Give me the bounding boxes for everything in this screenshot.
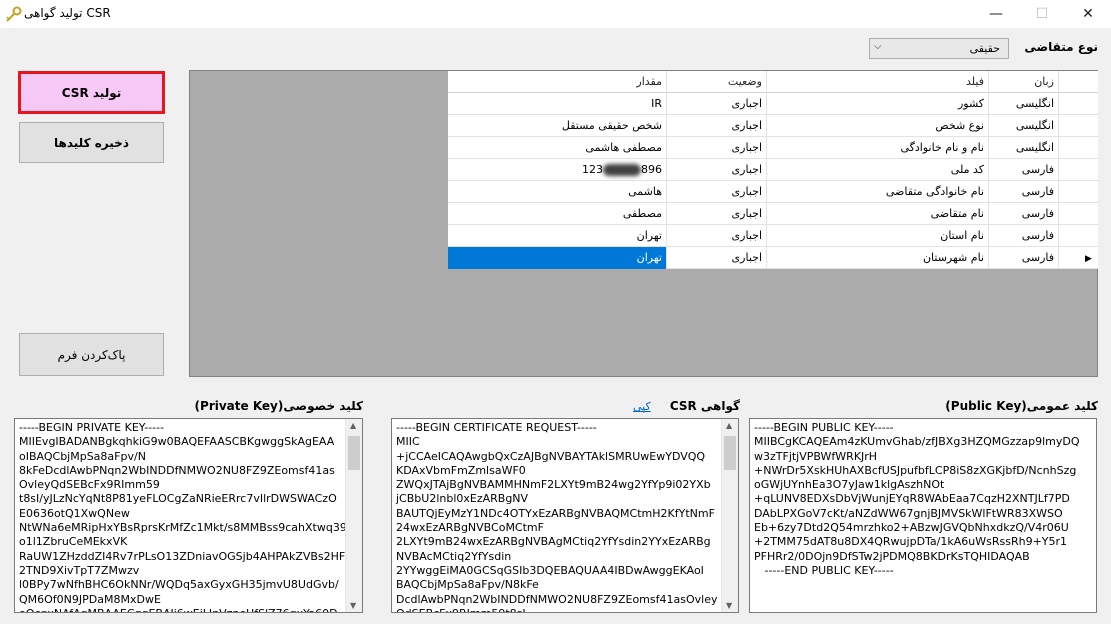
row-selector[interactable] (1058, 159, 1098, 181)
generate-csr-button[interactable]: تولید CSR (18, 71, 165, 114)
row-selector-current[interactable]: ▶ (1058, 247, 1098, 269)
csr-text: -----BEGIN CERTIFICATE REQUEST----- MIIC… (396, 421, 718, 612)
cell-lang: فارسی (988, 181, 1058, 203)
minimize-button[interactable]: — (973, 0, 1019, 28)
copy-csr-link[interactable]: کپی (633, 400, 651, 413)
public-key-label: کلید عمومی(Public Key) (945, 399, 1098, 413)
cell-value[interactable]: IR (448, 93, 666, 115)
cell-field: نام خانوادگی متقاضی (766, 181, 988, 203)
scroll-down-icon[interactable]: ▼ (350, 601, 356, 610)
cell-field: کد ملی (766, 159, 988, 181)
cell-status: اجباری (666, 225, 766, 247)
national-id-prefix: 123 (582, 163, 603, 176)
csr-label: گواهی CSR (669, 399, 740, 413)
column-header-value[interactable]: مقدار (448, 71, 666, 93)
cell-field: نوع شخص (766, 115, 988, 137)
table-row[interactable]: فارسی نام استان اجباری تهران (448, 225, 1098, 247)
cell-value-selected[interactable]: تهران (448, 247, 666, 269)
clear-form-button[interactable]: پاک‌کردن فرم (19, 333, 164, 376)
table-row[interactable]: فارسی نام متقاضی اجباری مصطفی (448, 203, 1098, 225)
private-key-text: -----BEGIN PRIVATE KEY----- MIIEvgIBADAN… (19, 421, 347, 612)
chevron-down-icon: ⌵ (874, 41, 882, 52)
scroll-thumb[interactable] (724, 436, 736, 470)
csr-scrollbar[interactable]: ▲ ▼ (721, 419, 738, 612)
cell-lang: انگلیسی (988, 137, 1058, 159)
fields-grid: زبان فیلد وضعیت مقدار انگلیسی کشور اجبار… (448, 71, 1098, 269)
redaction-mark (603, 164, 641, 176)
cell-status: اجباری (666, 159, 766, 181)
private-key-label: کلید خصوصی(Private Key) (194, 399, 363, 413)
fields-grid-area: زبان فیلد وضعیت مقدار انگلیسی کشور اجبار… (189, 70, 1098, 377)
cell-status: اجباری (666, 181, 766, 203)
applicant-type-select[interactable]: حقیقی ⌵ (869, 38, 1009, 59)
row-selector[interactable] (1058, 115, 1098, 137)
applicant-type-value: حقیقی (969, 42, 1000, 55)
scroll-down-icon[interactable]: ▼ (726, 601, 732, 610)
save-keys-button[interactable]: ذخیره کلیدها (19, 122, 164, 163)
csr-window: تولید گواهی CSR — ☐ ✕ نوع متقاضی حقیقی ⌵… (0, 0, 1111, 624)
column-header-status[interactable]: وضعیت (666, 71, 766, 93)
private-key-textbox[interactable]: -----BEGIN PRIVATE KEY----- MIIEvgIBADAN… (14, 418, 363, 613)
maximize-button[interactable]: ☐ (1019, 0, 1065, 28)
cell-lang: فارسی (988, 159, 1058, 181)
row-selector[interactable] (1058, 93, 1098, 115)
current-row-arrow-icon: ▶ (1085, 254, 1092, 264)
cell-status: اجباری (666, 115, 766, 137)
table-row[interactable]: فارسی نام خانوادگی متقاضی اجباری هاشمی (448, 181, 1098, 203)
scroll-thumb[interactable] (348, 436, 360, 470)
cell-field: نام و نام خانوادگی (766, 137, 988, 159)
table-row[interactable]: انگلیسی نام و نام خانوادگی اجباری مصطفی … (448, 137, 1098, 159)
cell-status: اجباری (666, 93, 766, 115)
csr-textbox[interactable]: -----BEGIN CERTIFICATE REQUEST----- MIIC… (391, 418, 739, 613)
cell-status: اجباری (666, 247, 766, 269)
grid-header-row: زبان فیلد وضعیت مقدار (448, 71, 1098, 93)
cell-field: نام استان (766, 225, 988, 247)
table-row[interactable]: ▶ فارسی نام شهرستان اجباری تهران (448, 247, 1098, 269)
cell-field: نام شهرستان (766, 247, 988, 269)
table-row[interactable]: انگلیسی نوع شخص اجباری شخص حقیقی مستقل (448, 115, 1098, 137)
key-icon (6, 6, 22, 22)
national-id-suffix: 896 (641, 163, 662, 176)
cell-value[interactable]: شخص حقیقی مستقل (448, 115, 666, 137)
public-key-textbox[interactable]: -----BEGIN PUBLIC KEY----- MIIBCgKCAQEAm… (749, 418, 1097, 613)
cell-field: نام متقاضی (766, 203, 988, 225)
row-selector-header (1058, 71, 1098, 93)
column-header-lang[interactable]: زبان (988, 71, 1058, 93)
close-button[interactable]: ✕ (1065, 0, 1111, 28)
cell-lang: انگلیسی (988, 115, 1058, 137)
cell-value[interactable]: هاشمی (448, 181, 666, 203)
cell-status: اجباری (666, 137, 766, 159)
row-selector[interactable] (1058, 203, 1098, 225)
cell-value[interactable]: تهران (448, 225, 666, 247)
table-row[interactable]: انگلیسی کشور اجباری IR (448, 93, 1098, 115)
scroll-up-icon[interactable]: ▲ (350, 421, 356, 430)
title-bar: تولید گواهی CSR — ☐ ✕ (0, 0, 1111, 28)
cell-field: کشور (766, 93, 988, 115)
cell-lang: فارسی (988, 203, 1058, 225)
cell-value-national-id[interactable]: 123 896 (448, 159, 666, 181)
table-row[interactable]: فارسی کد ملی اجباری 123 896 (448, 159, 1098, 181)
cell-lang: فارسی (988, 247, 1058, 269)
column-header-field[interactable]: فیلد (766, 71, 988, 93)
cell-value[interactable]: مصطفی هاشمی (448, 137, 666, 159)
cell-value[interactable]: مصطفی (448, 203, 666, 225)
scroll-up-icon[interactable]: ▲ (726, 421, 732, 430)
cell-lang: فارسی (988, 225, 1058, 247)
window-title: تولید گواهی CSR (24, 6, 111, 20)
cell-status: اجباری (666, 203, 766, 225)
row-selector[interactable] (1058, 181, 1098, 203)
public-key-text: -----BEGIN PUBLIC KEY----- MIIBCgKCAQEAm… (754, 421, 1080, 577)
row-selector[interactable] (1058, 137, 1098, 159)
row-selector[interactable] (1058, 225, 1098, 247)
cell-lang: انگلیسی (988, 93, 1058, 115)
private-key-scrollbar[interactable]: ▲ ▼ (345, 419, 362, 612)
applicant-type-label: نوع متقاضی (1024, 40, 1098, 54)
